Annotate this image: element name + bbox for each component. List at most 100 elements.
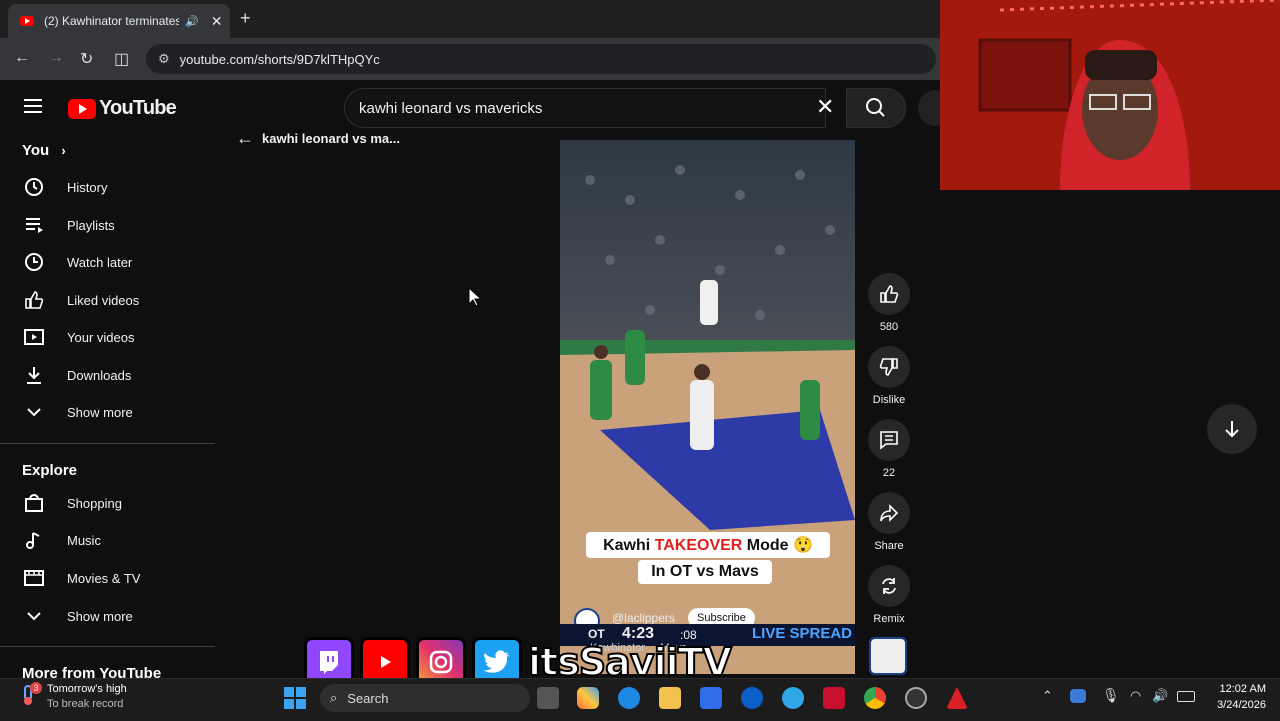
site-info-icon[interactable]: ⚙ [158,51,170,67]
video-caption-line2: In OT vs Mavs [638,560,772,584]
share-icon[interactable] [868,492,910,534]
movies-icon [22,568,46,588]
score-banner: LIVE SPREAD [752,625,853,642]
watch-later-icon [22,252,46,272]
copilot-icon[interactable] [577,687,599,709]
shorts-video-player[interactable]: Kawhi TAKEOVER Mode 😲 In OT vs Mavs @lac… [560,140,855,674]
share-action[interactable]: Share [868,492,910,552]
channel-handle[interactable]: @laclippers [612,611,675,625]
reload-icon[interactable]: ↻ [80,49,93,69]
arrow-down-icon [1225,421,1239,438]
sidebar-item-movies-tv[interactable]: Movies & TV [0,560,215,596]
comment-icon[interactable] [868,419,910,461]
sidebar-item-label: History [67,179,108,195]
battery-icon[interactable] [1177,691,1195,702]
weather-app-icon[interactable] [782,687,804,709]
sidebar-item-show-more-explore[interactable]: Show more [0,598,215,634]
comment-count: 22 [882,467,896,479]
mcafee-icon[interactable] [823,687,845,709]
dislike-action[interactable]: Dislike [868,346,910,406]
search-input[interactable]: kawhi leonard vs mavericks [359,100,542,117]
back-arrow-icon[interactable]: ← [236,128,254,149]
browser-tab[interactable]: (2) Kawhinator terminates the 🔊 ✕ [8,4,230,38]
history-icon [22,177,46,197]
sidebar-item-downloads[interactable]: Downloads [0,357,215,393]
sidebar-you-heading[interactable]: You › [22,142,66,159]
volume-icon[interactable]: 🔊 [1152,688,1168,704]
sidebar-item-label: Liked videos [67,292,140,308]
forward-icon[interactable]: → [48,49,64,67]
microphone-icon[interactable]: 🎙 [1102,687,1120,704]
sidebar-item-label: Movies & TV [67,570,141,586]
close-tab-icon[interactable]: ✕ [211,13,223,30]
dislike-icon[interactable] [868,346,910,388]
sidebar-item-label: Watch later [67,254,133,270]
sidebar-item-music[interactable]: Music [0,522,215,558]
sidebar-item-history[interactable]: History [0,169,215,205]
file-explorer-icon[interactable] [659,687,681,709]
logo-text: YouTube [99,97,177,119]
clock-time[interactable]: 12:02 AM [1208,683,1266,695]
remix-label: Remix [873,613,905,625]
sidebar-item-label: Playlists [67,217,115,233]
sidebar-item-shopping[interactable]: Shopping [0,485,215,521]
address-bar[interactable]: ⚙ youtube.com/shorts/9D7klTHpQYc [146,44,936,74]
sidebar-explore-heading: Explore [22,462,78,479]
remix-action[interactable]: Remix [868,565,910,625]
sidebar-item-liked-videos[interactable]: Liked videos [0,282,215,318]
youtube-play-icon [68,98,96,119]
weather-badge: 3 [30,682,42,694]
obs-icon[interactable] [905,687,927,709]
sidebar-item-your-videos[interactable]: Your videos [0,319,215,355]
dislike-label: Dislike [872,394,906,406]
sidebar-item-label: Show more [67,608,133,624]
sidebar-item-playlists[interactable]: Playlists [0,207,215,243]
chevron-down-icon [22,606,46,626]
edge-icon[interactable] [618,687,640,709]
speaker-icon[interactable]: 🔊 [185,15,199,28]
hamburger-menu-icon[interactable] [24,99,42,113]
like-icon[interactable] [868,273,910,315]
next-short-button[interactable] [1207,404,1257,454]
playlists-icon [22,215,46,235]
wifi-icon[interactable]: ◠ [1130,688,1141,704]
sidebar-item-label: Downloads [67,367,132,383]
task-view-icon[interactable] [537,687,559,709]
clear-search-icon[interactable]: ✕ [816,94,834,120]
webcam-overlay [940,0,1280,190]
sidebar-item-label: Music [67,532,101,548]
clock-date[interactable]: 3/24/2026 [1208,699,1266,711]
sidebar-item-show-more[interactable]: Show more [0,394,215,430]
taskbar-search-label: Search [347,690,389,706]
url-text: youtube.com/shorts/9D7klTHpQYc [179,51,380,67]
sidebar-item-watch-later[interactable]: Watch later [0,244,215,280]
sidebar-divider [0,443,215,444]
mouse-cursor-icon [468,286,483,312]
like-count: 580 [879,321,899,333]
show-hidden-icons-chevron-icon[interactable]: ⌃ [1042,688,1053,704]
sound-thumbnail[interactable] [869,637,907,675]
like-action[interactable]: 580 [868,273,910,333]
new-tab-button[interactable]: + [240,8,251,29]
search-box[interactable]: kawhi leonard vs mavericks [344,88,826,128]
score-period: OT [588,627,605,641]
shorts-back-row[interactable]: ← kawhi leonard vs ma... [236,128,400,149]
comments-action[interactable]: 22 [868,419,910,479]
weather-subtitle: To break record [47,698,124,710]
onedrive-icon[interactable] [1070,689,1086,703]
search-button[interactable] [846,88,906,128]
weather-title[interactable]: Tomorrow's high [47,683,127,695]
download-icon [22,365,46,385]
chrome-icon[interactable] [864,687,886,709]
remix-icon[interactable] [868,565,910,607]
windows-start-icon[interactable] [284,687,306,709]
video-caption-line1: Kawhi TAKEOVER Mode 😲 [586,532,830,558]
search-icon: ⌕ [330,690,338,705]
store-icon[interactable] [700,687,722,709]
hp-icon[interactable] [741,687,763,709]
sidebar-item-label: Shopping [67,495,122,511]
back-icon[interactable]: ← [14,49,30,67]
youtube-logo[interactable]: YouTube [68,97,177,120]
taskbar-search[interactable]: ⌕ Search [320,684,530,712]
split-view-icon[interactable]: ◫ [114,49,129,69]
